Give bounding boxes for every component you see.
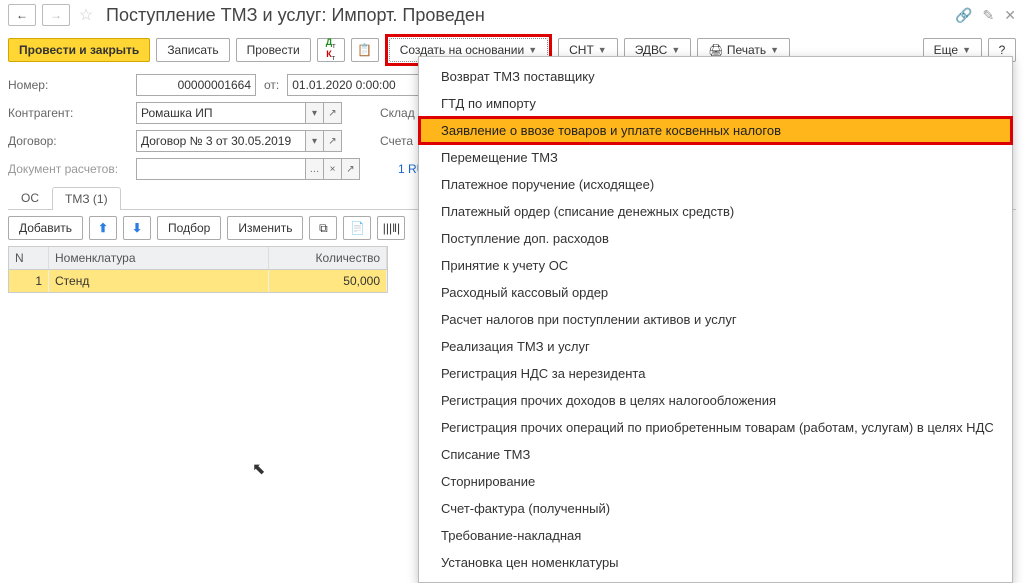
contragent-label: Контрагент: (8, 106, 128, 120)
tab-tmz[interactable]: ТМЗ (1) (52, 187, 121, 210)
docsettle-combo: …×↗ (136, 158, 360, 180)
move-down-button[interactable]: ⬇ (123, 216, 151, 240)
window-title: Поступление ТМЗ и услуг: Импорт. Проведе… (106, 5, 485, 26)
contract-label: Договор: (8, 134, 128, 148)
contragent-combo: Ромашка ИП ▾↗ (136, 102, 342, 124)
clear-icon[interactable]: … (306, 158, 324, 180)
save-button[interactable]: Записать (156, 38, 229, 62)
dropdown-item[interactable]: ГТД по импорту (419, 90, 1012, 117)
col-qty[interactable]: Количество (269, 247, 387, 269)
chevron-down-icon: ▼ (528, 45, 537, 55)
x-icon[interactable]: × (324, 158, 342, 180)
change-button[interactable]: Изменить (227, 216, 303, 240)
dropdown-item[interactable]: Регистрация прочих доходов в целях налог… (419, 387, 1012, 414)
dropdown-item[interactable]: Регистрация НДС за нерезидента (419, 360, 1012, 387)
col-nomen[interactable]: Номенклатура (49, 247, 269, 269)
dropdown-item[interactable]: Регистрация прочих операций по приобрете… (419, 414, 1012, 441)
dropdown-item[interactable]: Заявление о ввозе товаров и уплате косве… (419, 117, 1012, 144)
dropdown-item[interactable]: Перемещение ТМЗ (419, 144, 1012, 171)
printer-icon: 🖨 (708, 43, 727, 57)
post-and-close-button[interactable]: Провести и закрыть (8, 38, 150, 62)
open-icon[interactable]: ↗ (342, 158, 360, 180)
dropdown-item[interactable]: Расчет налогов при поступлении активов и… (419, 306, 1012, 333)
docsettle-label: Документ расчетов: (8, 162, 128, 176)
number-label: Номер: (8, 78, 128, 92)
pin-icon[interactable]: ✎ (983, 7, 995, 24)
cell-qty: 50,000 (269, 270, 387, 292)
dropdown-item[interactable]: Счет-фактура (полученный) (419, 495, 1012, 522)
date-input[interactable]: 01.01.2020 0:00:00 (287, 74, 427, 96)
dropdown-item[interactable]: Списание ТМЗ (419, 441, 1012, 468)
dropdown-item[interactable]: Возврат ТМЗ поставщику (419, 63, 1012, 90)
dropdown-item[interactable]: Платежный ордер (списание денежных средс… (419, 198, 1012, 225)
post-button[interactable]: Провести (236, 38, 311, 62)
dropdown-item[interactable]: Принятие к учету ОС (419, 252, 1012, 279)
contract-combo: Договор № 3 от 30.05.2019 ▾↗ (136, 130, 342, 152)
paste-button[interactable]: 📄 (343, 216, 371, 240)
warehouse-label: Склад (380, 106, 415, 120)
col-n[interactable]: N (9, 247, 49, 269)
chevron-down-icon[interactable]: ▾ (306, 102, 324, 124)
titlebar: ← → ☆ Поступление ТМЗ и услуг: Импорт. П… (0, 0, 1024, 30)
structure-button[interactable]: 📋 (351, 38, 379, 62)
dropdown-item[interactable]: Сторнирование (419, 468, 1012, 495)
link-icon[interactable]: 🔗 (955, 7, 972, 24)
dropdown-item[interactable]: Поступление доп. расходов (419, 225, 1012, 252)
open-icon[interactable]: ↗ (324, 130, 342, 152)
move-up-button[interactable]: ⬆ (89, 216, 117, 240)
pick-button[interactable]: Подбор (157, 216, 221, 240)
contragent-input[interactable]: Ромашка ИП (136, 102, 306, 124)
close-icon[interactable]: ✕ (1004, 7, 1016, 24)
contract-input[interactable]: Договор № 3 от 30.05.2019 (136, 130, 306, 152)
table-row[interactable]: 1 Стенд 50,000 (9, 270, 387, 292)
from-label: от: (264, 78, 279, 92)
mouse-cursor-icon: ⬉ (252, 459, 265, 479)
copy-button[interactable]: ⧉ (309, 216, 337, 240)
cell-n: 1 (9, 270, 49, 292)
structure-icon: 📋 (357, 43, 372, 57)
chevron-down-icon: ▼ (770, 45, 779, 55)
items-table: N Номенклатура Количество 1 Стенд 50,000 (8, 246, 388, 293)
dk-icon: ДтКт (326, 38, 336, 62)
barcode-button[interactable]: |||‖| (377, 216, 405, 240)
chevron-down-icon[interactable]: ▾ (306, 130, 324, 152)
account-label: Счета (380, 134, 413, 148)
chevron-down-icon: ▼ (962, 45, 971, 55)
dk-postings-button[interactable]: ДтКт (317, 38, 345, 62)
dropdown-item[interactable]: Требование-накладная (419, 522, 1012, 549)
open-icon[interactable]: ↗ (324, 102, 342, 124)
cell-nomen: Стенд (49, 270, 269, 292)
print-label: Печать (727, 43, 766, 57)
snt-label: СНТ (569, 43, 594, 57)
edvs-label: ЭДВС (635, 43, 668, 57)
more-label: Еще (934, 43, 958, 57)
dropdown-item[interactable]: Реализация ТМЗ и услуг (419, 333, 1012, 360)
dropdown-item[interactable]: Установка цен номенклатуры (419, 549, 1012, 576)
add-row-button[interactable]: Добавить (8, 216, 83, 240)
nav-forward-button[interactable]: → (42, 4, 70, 26)
dropdown-item[interactable]: Платежное поручение (исходящее) (419, 171, 1012, 198)
chevron-down-icon: ▼ (671, 45, 680, 55)
nav-back-button[interactable]: ← (8, 4, 36, 26)
number-input[interactable]: 00000001664 (136, 74, 256, 96)
table-header: N Номенклатура Количество (9, 247, 387, 270)
chevron-down-icon: ▼ (598, 45, 607, 55)
create-based-dropdown: Возврат ТМЗ поставщикуГТД по импортуЗаяв… (418, 56, 1013, 583)
docsettle-input[interactable] (136, 158, 306, 180)
create-based-label: Создать на основании (400, 43, 525, 57)
favorite-star-icon[interactable]: ☆ (76, 5, 96, 25)
tab-os[interactable]: ОС (8, 186, 52, 209)
dropdown-item[interactable]: Расходный кассовый ордер (419, 279, 1012, 306)
